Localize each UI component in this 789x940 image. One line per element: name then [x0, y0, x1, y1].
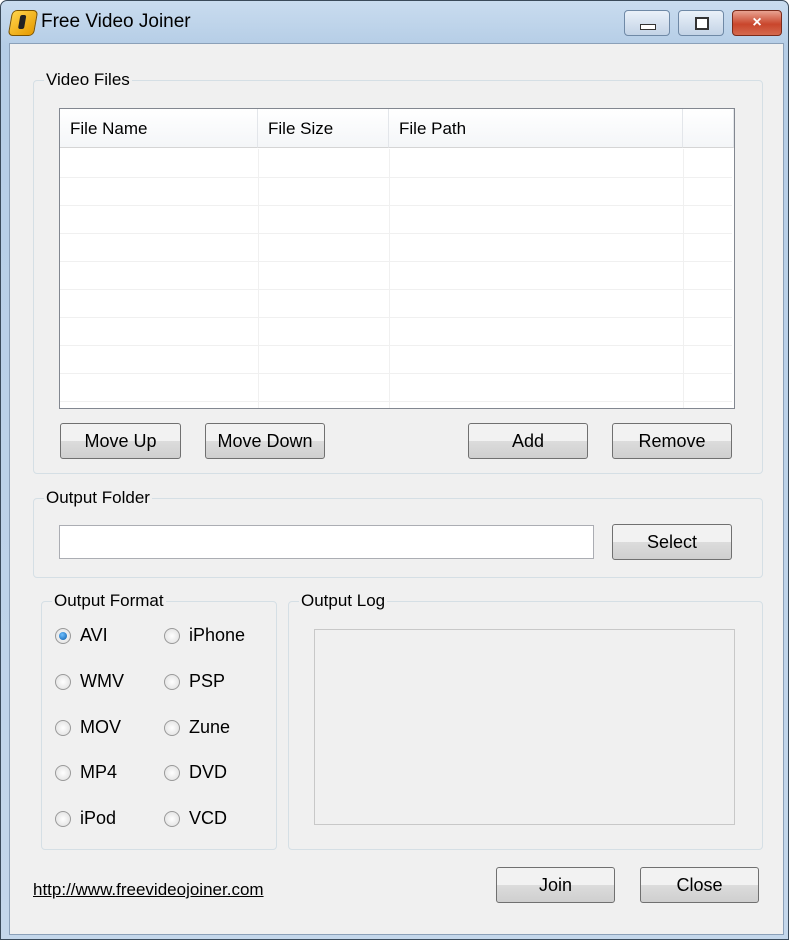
output-log-textarea[interactable]	[314, 629, 735, 825]
radio-label: MP4	[80, 762, 118, 782]
join-button[interactable]: Join	[496, 867, 615, 903]
output-log-label: Output Log	[299, 591, 388, 611]
minimize-icon	[640, 24, 656, 30]
row-divider	[60, 233, 732, 234]
radio-icon	[55, 720, 71, 736]
radio-icon	[55, 674, 71, 690]
radio-selected-icon	[55, 628, 71, 644]
radio-label: DVD	[189, 762, 228, 782]
radio-label: Zune	[189, 717, 231, 737]
column-header-file-size[interactable]: File Size	[258, 109, 389, 148]
app-logo-icon	[7, 10, 39, 36]
radio-icon	[55, 765, 71, 781]
radio-label: iPod	[80, 808, 117, 828]
radio-icon	[164, 720, 180, 736]
column-header-file-name[interactable]: File Name	[60, 109, 258, 148]
radio-label: PSP	[189, 671, 226, 691]
row-divider	[60, 317, 732, 318]
select-folder-button[interactable]: Select	[612, 524, 732, 560]
column-header-filler	[683, 109, 734, 148]
output-folder-input[interactable]	[59, 525, 594, 559]
row-divider	[60, 373, 732, 374]
video-files-list[interactable]: File Name File Size File Path	[59, 108, 735, 409]
row-divider	[60, 401, 732, 402]
app-window: Free Video Joiner × Video Files File Nam…	[0, 0, 789, 940]
column-divider	[389, 149, 390, 408]
minimize-button[interactable]	[624, 10, 670, 36]
column-header-file-path[interactable]: File Path	[389, 109, 683, 148]
close-window-button[interactable]: ×	[732, 10, 782, 36]
maximize-button[interactable]	[678, 10, 724, 36]
row-divider	[60, 289, 732, 290]
radio-label: iPhone	[189, 625, 246, 645]
output-format-label: Output Format	[52, 591, 166, 611]
row-divider	[60, 205, 732, 206]
column-divider	[258, 149, 259, 408]
radio-label: AVI	[80, 625, 108, 645]
row-divider	[60, 261, 732, 262]
client-area: Video Files File Name File Size File Pat…	[9, 43, 784, 935]
move-up-button[interactable]: Move Up	[60, 423, 181, 459]
website-link[interactable]: http://www.freevideojoiner.com	[33, 880, 264, 900]
radio-icon	[164, 674, 180, 690]
radio-icon	[164, 765, 180, 781]
radio-label: MOV	[80, 717, 122, 737]
row-divider	[60, 177, 732, 178]
window-title: Free Video Joiner	[41, 11, 191, 32]
row-divider	[60, 345, 732, 346]
column-divider	[683, 149, 684, 408]
radio-label: WMV	[80, 671, 124, 691]
video-files-label: Video Files	[44, 70, 132, 90]
radio-label: VCD	[189, 808, 228, 828]
add-button[interactable]: Add	[468, 423, 588, 459]
close-button[interactable]: Close	[640, 867, 759, 903]
remove-button[interactable]: Remove	[612, 423, 732, 459]
maximize-icon	[695, 17, 709, 30]
radio-icon	[164, 628, 180, 644]
output-folder-label: Output Folder	[44, 488, 152, 508]
radio-icon	[164, 811, 180, 827]
move-down-button[interactable]: Move Down	[205, 423, 325, 459]
radio-icon	[55, 811, 71, 827]
